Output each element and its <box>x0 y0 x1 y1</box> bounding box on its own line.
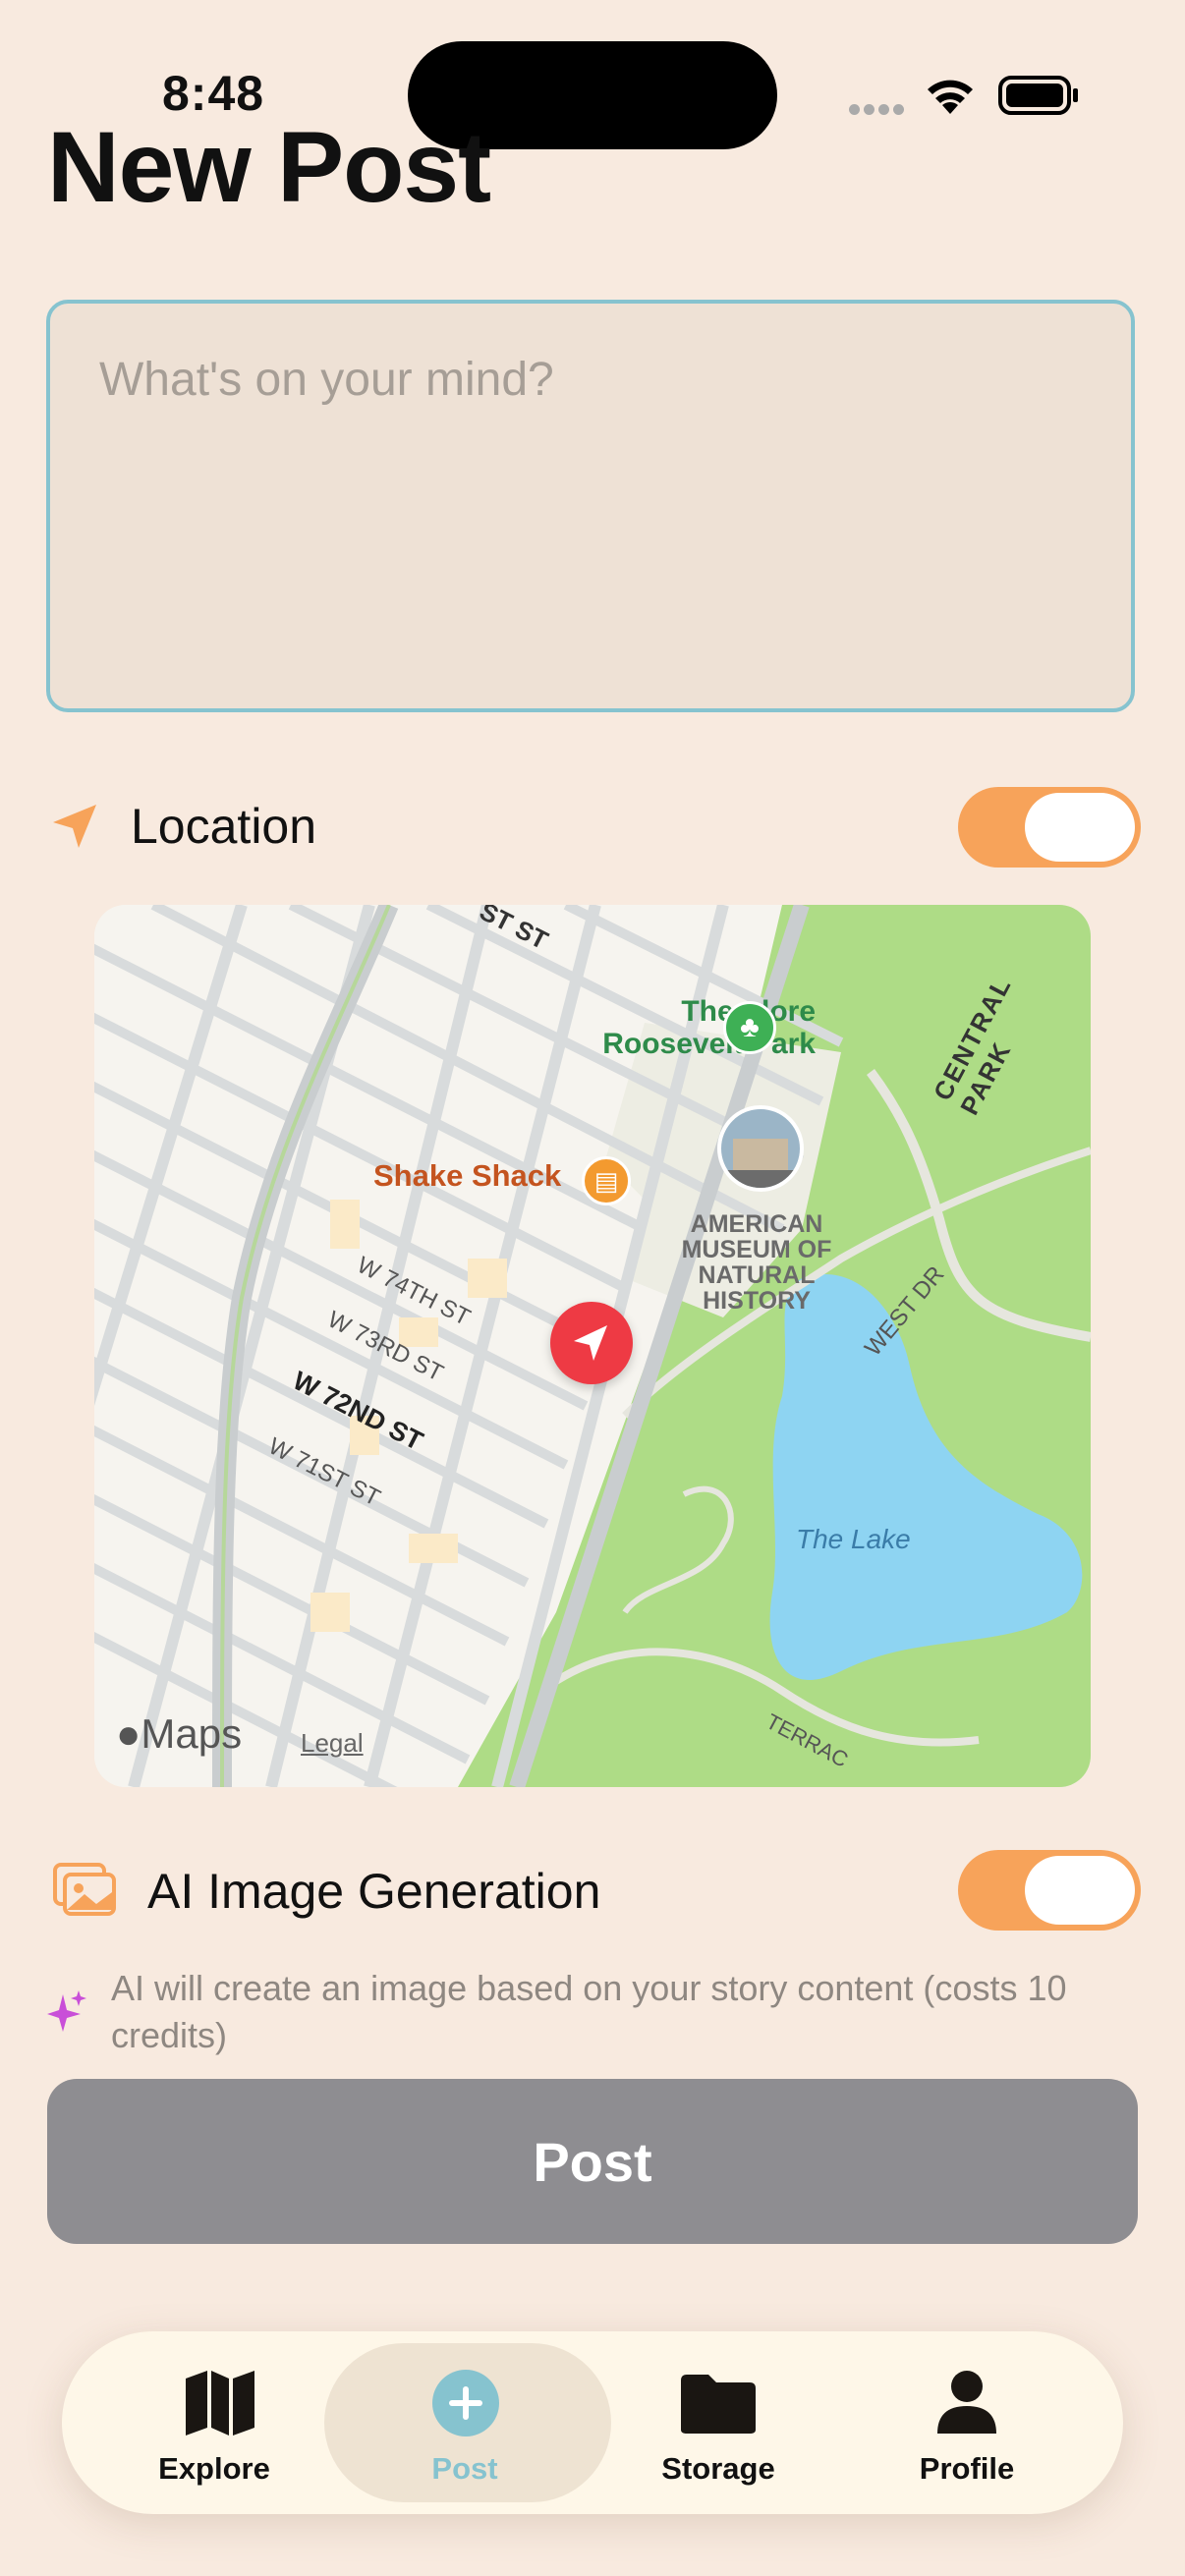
post-text-input[interactable]: What's on your mind? <box>46 300 1135 712</box>
location-map[interactable]: ST ST CENTRAL PARK Theodore Roosevelt Pa… <box>94 905 1091 1787</box>
navigation-arrow-icon <box>574 1325 607 1361</box>
tab-post-label: Post <box>431 2451 498 2486</box>
tab-profile-label: Profile <box>919 2451 1015 2486</box>
tab-explore-label: Explore <box>158 2451 270 2486</box>
apple-logo-icon: ● <box>116 1710 141 1757</box>
tab-profile[interactable]: Profile <box>844 2331 1090 2514</box>
location-label: Location <box>131 799 317 854</box>
shake-shack-label: Shake Shack <box>373 1158 562 1193</box>
tab-storage[interactable]: Storage <box>595 2331 841 2514</box>
apple-maps-logo: ●Maps <box>116 1710 243 1757</box>
wifi-icon <box>928 80 973 114</box>
location-arrow-icon <box>53 805 96 848</box>
ai-cost-note: AI will create an image based on your st… <box>111 1968 1067 2055</box>
post-button[interactable]: Post <box>47 2079 1138 2244</box>
tab-explore[interactable]: Explore <box>91 2331 337 2514</box>
legal-link[interactable]: Legal <box>301 1728 364 1759</box>
page-title: New Post <box>47 111 491 223</box>
post-text-placeholder: What's on your mind? <box>99 354 554 406</box>
location-toggle[interactable] <box>958 787 1141 868</box>
tab-bar: Explore Post Storage Profile <box>62 2331 1123 2514</box>
folder-icon <box>681 2375 756 2434</box>
restaurant-pin-icon[interactable]: ▤ <box>582 1156 631 1205</box>
park-pin-icon[interactable]: ♣ <box>723 1001 776 1054</box>
cellular-signal-icon <box>849 102 908 120</box>
battery-icon <box>998 76 1078 115</box>
lake-label: The Lake <box>796 1524 911 1554</box>
map-icon <box>186 2371 254 2436</box>
sparkles-icon <box>47 1990 86 2032</box>
museum-pin-icon[interactable] <box>717 1105 804 1192</box>
ai-image-label: AI Image Generation <box>147 1864 601 1919</box>
plus-circle-icon <box>432 2370 499 2436</box>
tab-storage-label: Storage <box>661 2451 775 2486</box>
photos-icon <box>53 1863 116 1916</box>
museum-label: AMERICAN MUSEUM OF NATURAL HISTORY <box>681 1210 832 1315</box>
current-location-marker[interactable] <box>550 1302 633 1384</box>
person-icon <box>937 2371 996 2434</box>
tab-post[interactable]: Post <box>324 2331 611 2514</box>
ai-image-toggle[interactable] <box>958 1850 1141 1931</box>
